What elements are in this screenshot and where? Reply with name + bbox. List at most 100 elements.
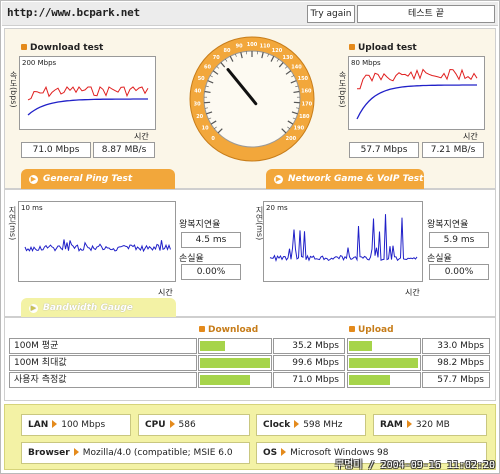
- general-latency-label: 왕복지연율: [179, 220, 221, 230]
- gauge-tick-label: 50: [198, 76, 205, 82]
- game-ping-scale: 20 ms: [266, 204, 288, 212]
- clock-label: Clock: [263, 420, 291, 430]
- game-loss-value: 0.00%: [429, 264, 489, 280]
- arrow-icon: [52, 420, 58, 428]
- info-ram: RAM 320 MB: [373, 414, 487, 436]
- bw-download-value: 99.6 Mbps: [273, 355, 345, 371]
- speedometer-svg: 010 20 30 40 50 6070 80 90 100 110120130 140 150 160…: [189, 36, 315, 162]
- gauge-tick-label: 110: [260, 44, 271, 50]
- download-red-line: [27, 85, 149, 101]
- gauge-tick-label: 180: [299, 114, 310, 120]
- download-xlabel: 시간: [134, 132, 149, 141]
- general-ping-xlabel: 시간: [158, 288, 173, 297]
- bw-row-label: 100M 최대값: [9, 355, 197, 371]
- download-bullet-icon: [21, 44, 27, 50]
- upload-blue-line: [356, 84, 477, 120]
- bw-upload-header: Upload: [349, 325, 394, 335]
- bw-download-value: 35.2 Mbps: [273, 338, 345, 354]
- tab-general-ping[interactable]: ▶ General Ping Test: [21, 169, 175, 189]
- info-lan: LAN 100 Mbps: [21, 414, 131, 436]
- game-loss-label: 손실율: [427, 254, 452, 264]
- bw-download-value: 71.0 Mbps: [273, 372, 345, 388]
- info-cpu: CPU 586: [138, 414, 250, 436]
- gauge-tick-label: 130: [283, 55, 294, 61]
- site-url-text: http://www.bcpark.net: [7, 6, 140, 19]
- download-scale-label: 200 Mbps: [22, 59, 57, 67]
- speed-test-window: http://www.bcpark.net Try again 테스트 끝 Do…: [0, 0, 500, 474]
- gauge-tick-label: 90: [236, 44, 243, 50]
- download-chart-svg: [27, 85, 149, 116]
- game-latency-value: 5.9 ms: [429, 232, 489, 248]
- info-browser: Browser Mozilla/4.0 (compatible; MSIE 6.0: [21, 442, 250, 464]
- upload-title: Upload test: [349, 43, 417, 53]
- general-latency-value: 4.5 ms: [181, 232, 241, 248]
- bw-download-bar-fill: [200, 358, 270, 368]
- upload-mbs-value: 7.21 MB/s: [422, 142, 484, 158]
- bw-upload-bar: [347, 355, 421, 371]
- upload-scale-label: 80 Mbps: [351, 59, 381, 67]
- gauge-tick-label: 120: [272, 48, 283, 54]
- game-ping-line: [269, 214, 418, 262]
- bw-upload-value: 57.7 Mbps: [422, 372, 490, 388]
- upload-chart: 80 Mbps: [348, 56, 485, 130]
- bw-download-header: Download: [199, 325, 258, 335]
- bw-upload-value: 33.0 Mbps: [422, 338, 490, 354]
- gauge-tick-label: 30: [194, 101, 201, 107]
- download-blue-line: [27, 98, 148, 116]
- gauge-tick-label: 200: [286, 136, 297, 142]
- gauge-tick-label: 160: [301, 88, 312, 94]
- tab-arrow-icon: ▶: [29, 304, 38, 313]
- bw-download-bullet-icon: [199, 326, 205, 332]
- test-status-field[interactable]: 테스트 끝: [357, 5, 495, 23]
- tab-arrow-icon: ▶: [274, 175, 283, 184]
- gauge-tick-label: 170: [302, 101, 313, 107]
- gauge-tick-label: 190: [294, 126, 305, 132]
- bw-upload-bar-fill: [349, 341, 372, 351]
- arrow-icon: [406, 420, 412, 428]
- download-ylabel: 속도(bps): [9, 71, 18, 108]
- arrow-icon: [294, 420, 300, 428]
- bw-upload-bar: [347, 372, 421, 388]
- tab-bandwidth-gauge[interactable]: ▶ Bandwidth Gauge: [21, 298, 176, 318]
- download-mbps-value: 71.0 Mbps: [21, 142, 91, 158]
- general-ping-ylabel: 지연(ms): [8, 206, 17, 241]
- download-title: Download test: [21, 43, 103, 53]
- upload-xlabel: 시간: [463, 132, 478, 141]
- gauge-tick-label: 140: [291, 65, 302, 71]
- gauge-tick-label: 70: [213, 55, 220, 61]
- bw-upload-bullet-icon: [349, 326, 355, 332]
- bw-upload-value: 98.2 Mbps: [422, 355, 490, 371]
- arrow-icon: [281, 448, 287, 456]
- game-ping-svg: [269, 214, 418, 262]
- gauge-tick-label: 40: [194, 88, 201, 94]
- general-ping-chart: 10 ms: [18, 201, 176, 282]
- arrow-icon: [169, 420, 175, 428]
- bw-upload-bar-fill: [349, 358, 418, 368]
- bw-upload-bar-fill: [349, 375, 390, 385]
- gauge-tick-label: 80: [224, 48, 231, 54]
- gauge-tick-label: 20: [196, 114, 203, 120]
- general-loss-label: 손실율: [179, 254, 204, 264]
- bw-download-bar-fill: [200, 341, 225, 351]
- bw-download-bar: [198, 372, 272, 388]
- bw-download-bar: [198, 355, 272, 371]
- ram-value: 320 MB: [415, 420, 450, 430]
- game-ping-chart: 20 ms: [263, 201, 423, 282]
- upload-ylabel: 속도(bps): [338, 71, 347, 108]
- gauge-tick-label: 100: [247, 42, 258, 48]
- try-again-button[interactable]: Try again: [307, 5, 355, 23]
- upload-mbps-value: 57.7 Mbps: [349, 142, 419, 158]
- bw-upload-bar: [347, 338, 421, 354]
- ram-label: RAM: [380, 420, 403, 430]
- game-latency-label: 왕복지연율: [427, 220, 469, 230]
- cpu-label: CPU: [145, 420, 166, 430]
- arrow-icon: [73, 448, 79, 456]
- info-clock: Clock 598 MHz: [256, 414, 366, 436]
- browser-label: Browser: [28, 448, 70, 458]
- tab-network-game[interactable]: ▶ Network Game & VoIP Test: [266, 169, 424, 189]
- gauge-tick-label: 10: [202, 126, 209, 132]
- general-loss-value: 0.00%: [181, 264, 241, 280]
- bw-download-bar: [198, 338, 272, 354]
- gauge-tick-label: 150: [298, 76, 309, 82]
- cpu-value: 586: [178, 420, 196, 430]
